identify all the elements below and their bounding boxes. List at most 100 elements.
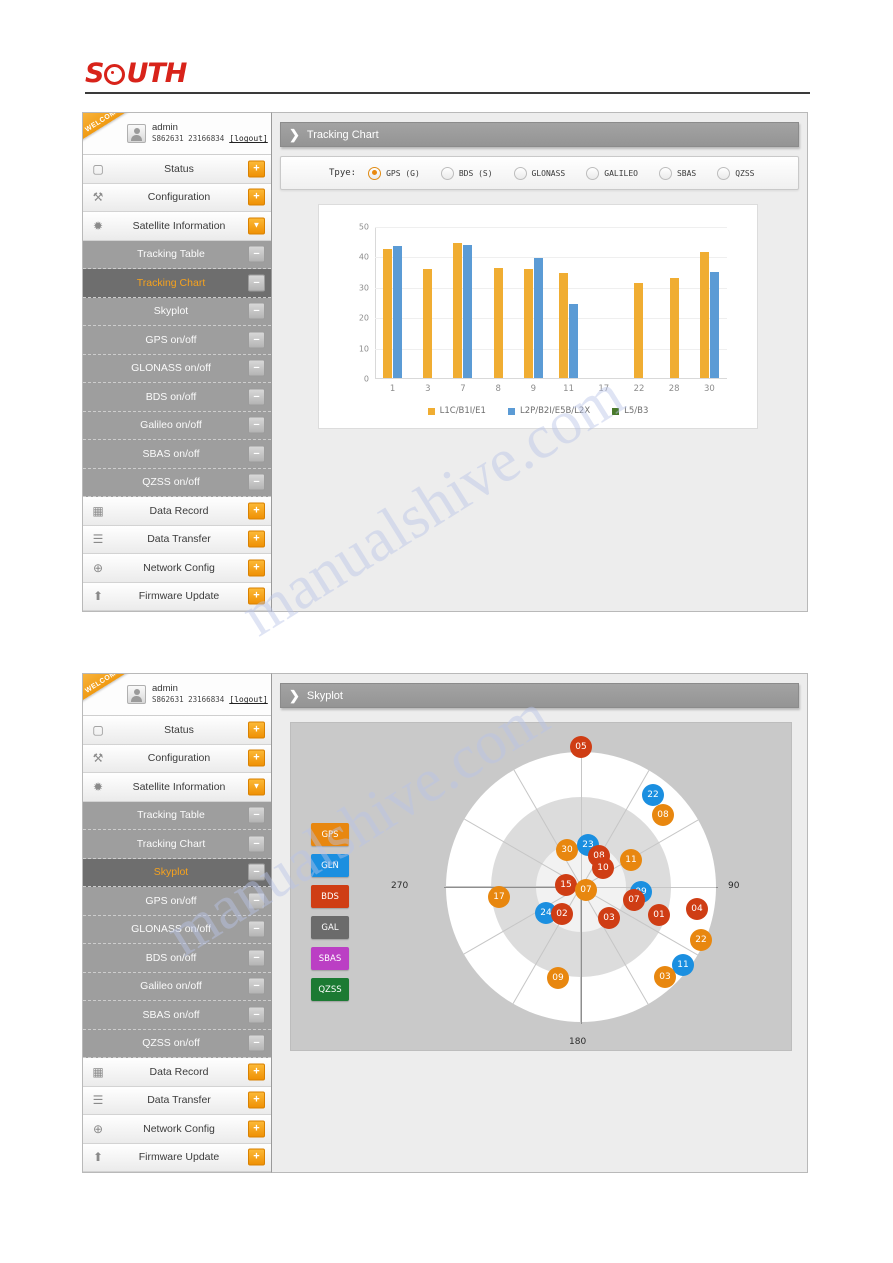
sidebar-item-network-config[interactable]: ⊕ Network Config +: [83, 1115, 271, 1144]
radio-button[interactable]: [368, 166, 382, 180]
radio-galileo[interactable]: GALILEO: [586, 166, 638, 180]
expand-toggle-plus[interactable]: +: [248, 1063, 265, 1081]
sidebar-item-firmware-update[interactable]: ⬆ Firmware Update +: [83, 582, 271, 611]
sidebar-item-bds-on-off[interactable]: BDS on/off –: [83, 944, 271, 973]
expand-toggle-minus[interactable]: –: [248, 806, 265, 824]
sidebar-item-galileo-on-off[interactable]: Galileo on/off –: [83, 411, 271, 440]
sidebar-item-glonass-on-off[interactable]: GLONASS on/off –: [83, 354, 271, 383]
satellite-marker[interactable]: 02: [551, 903, 573, 925]
satellite-marker[interactable]: 07: [575, 879, 597, 901]
expand-toggle-minus[interactable]: –: [248, 302, 265, 320]
radio-bds-s[interactable]: BDS (S): [440, 166, 493, 180]
sidebar-item-tracking-table[interactable]: Tracking Table –: [83, 240, 271, 269]
skyplot-legend-gal[interactable]: GAL: [311, 916, 349, 939]
sidebar-item-qzss-on-off[interactable]: QZSS on/off –: [83, 1029, 271, 1058]
radio-glonass[interactable]: GLONASS: [513, 166, 565, 180]
sidebar-item-data-record[interactable]: ▦ Data Record +: [83, 1058, 271, 1087]
sidebar-item-sbas-on-off[interactable]: SBAS on/off –: [83, 440, 271, 469]
satellite-marker[interactable]: 08: [652, 804, 674, 826]
satellite-marker[interactable]: 03: [654, 966, 676, 988]
satellite-marker[interactable]: 04: [686, 898, 708, 920]
expand-toggle-caret[interactable]: ▼: [248, 778, 265, 796]
sidebar-item-skyplot[interactable]: Skyplot –: [83, 858, 271, 887]
expand-toggle-minus[interactable]: –: [248, 1006, 265, 1024]
radio-button[interactable]: [440, 166, 454, 180]
radio-gps-g[interactable]: GPS (G): [368, 166, 420, 180]
expand-toggle-minus[interactable]: –: [248, 863, 265, 881]
satellite-marker[interactable]: 01: [648, 904, 670, 926]
sidebar-item-configuration[interactable]: ⚒ Configuration +: [83, 183, 271, 212]
expand-toggle-minus[interactable]: –: [248, 359, 265, 377]
skyplot-legend-gps[interactable]: GPS: [311, 823, 349, 846]
satellite-marker[interactable]: 30: [556, 839, 578, 861]
expand-toggle-minus[interactable]: –: [248, 920, 265, 938]
expand-toggle-minus[interactable]: –: [248, 416, 265, 434]
sidebar-item-satellite-information[interactable]: ✹ Satellite Information ▼: [83, 773, 271, 802]
logout-link[interactable]: [logout]: [229, 134, 268, 143]
satellite-marker[interactable]: 17: [488, 886, 510, 908]
satellite-marker[interactable]: 22: [642, 784, 664, 806]
sidebar-item-status[interactable]: ▢ Status +: [83, 155, 271, 184]
sidebar-item-sbas-on-off[interactable]: SBAS on/off –: [83, 1001, 271, 1030]
expand-toggle-plus[interactable]: +: [248, 1120, 265, 1138]
sidebar-item-network-config[interactable]: ⊕ Network Config +: [83, 554, 271, 583]
sidebar-item-tracking-chart[interactable]: Tracking Chart –: [83, 269, 271, 298]
sidebar-item-configuration[interactable]: ⚒ Configuration +: [83, 744, 271, 773]
satellite-marker[interactable]: 15: [555, 874, 577, 896]
sidebar-item-bds-on-off[interactable]: BDS on/off –: [83, 383, 271, 412]
sidebar-item-data-transfer[interactable]: ☰ Data Transfer +: [83, 1086, 271, 1115]
sidebar-item-data-record[interactable]: ▦ Data Record +: [83, 497, 271, 526]
expand-toggle-minus[interactable]: –: [248, 949, 265, 967]
skyplot-legend-bds[interactable]: BDS: [311, 885, 349, 908]
sidebar-item-tracking-chart[interactable]: Tracking Chart –: [83, 830, 271, 859]
sidebar-item-galileo-on-off[interactable]: Galileo on/off –: [83, 972, 271, 1001]
expand-toggle-plus[interactable]: +: [248, 188, 265, 206]
expand-toggle-minus[interactable]: –: [248, 835, 265, 853]
radio-button[interactable]: [658, 166, 672, 180]
radio-button[interactable]: [586, 166, 600, 180]
sidebar-item-glonass-on-off[interactable]: GLONASS on/off –: [83, 915, 271, 944]
skyplot-legend-sbas[interactable]: SBAS: [311, 947, 349, 970]
sidebar-item-gps-on-off[interactable]: GPS on/off –: [83, 887, 271, 916]
sidebar-item-qzss-on-off[interactable]: QZSS on/off –: [83, 468, 271, 497]
expand-toggle-plus[interactable]: +: [248, 749, 265, 767]
expand-toggle-minus[interactable]: –: [248, 1034, 265, 1052]
expand-toggle-plus[interactable]: +: [248, 502, 265, 520]
radio-button[interactable]: [717, 166, 731, 180]
satellite-marker[interactable]: 22: [690, 929, 712, 951]
sidebar-item-skyplot[interactable]: Skyplot –: [83, 297, 271, 326]
satellite-marker[interactable]: 09: [547, 967, 569, 989]
expand-toggle-plus[interactable]: +: [248, 1091, 265, 1109]
skyplot-legend-gln[interactable]: GLN: [311, 854, 349, 877]
radio-button[interactable]: [513, 166, 527, 180]
sidebar-item-gps-on-off[interactable]: GPS on/off –: [83, 326, 271, 355]
expand-toggle-plus[interactable]: +: [248, 160, 265, 178]
legend-item[interactable]: L1C/B1I/E1: [427, 406, 486, 416]
sidebar-item-satellite-information[interactable]: ✹ Satellite Information ▼: [83, 212, 271, 241]
satellite-marker[interactable]: 10: [592, 857, 614, 879]
logout-link[interactable]: [logout]: [229, 695, 268, 704]
expand-toggle-minus[interactable]: –: [248, 331, 265, 349]
expand-toggle-caret[interactable]: ▼: [248, 217, 265, 235]
sidebar-item-data-transfer[interactable]: ☰ Data Transfer +: [83, 525, 271, 554]
radio-qzss[interactable]: QZSS: [717, 166, 755, 180]
expand-toggle-minus[interactable]: –: [248, 388, 265, 406]
expand-toggle-minus[interactable]: –: [248, 892, 265, 910]
legend-item[interactable]: L2P/B2I/E5B/L2X: [507, 406, 590, 416]
satellite-marker[interactable]: 11: [620, 849, 642, 871]
sidebar-item-firmware-update[interactable]: ⬆ Firmware Update +: [83, 1143, 271, 1172]
expand-toggle-plus[interactable]: +: [248, 530, 265, 548]
expand-toggle-minus[interactable]: –: [248, 445, 265, 463]
legend-item[interactable]: L5/B3: [612, 406, 648, 416]
expand-toggle-minus[interactable]: –: [248, 977, 265, 995]
skyplot-legend-qzss[interactable]: QZSS: [311, 978, 349, 1001]
expand-toggle-plus[interactable]: +: [248, 721, 265, 739]
expand-toggle-minus[interactable]: –: [248, 473, 265, 491]
expand-toggle-minus[interactable]: –: [248, 274, 265, 292]
expand-toggle-plus[interactable]: +: [248, 1148, 265, 1166]
sidebar-item-tracking-table[interactable]: Tracking Table –: [83, 801, 271, 830]
expand-toggle-plus[interactable]: +: [248, 587, 265, 605]
radio-sbas[interactable]: SBAS: [658, 166, 696, 180]
satellite-marker[interactable]: 05: [570, 736, 592, 758]
expand-toggle-minus[interactable]: –: [248, 245, 265, 263]
